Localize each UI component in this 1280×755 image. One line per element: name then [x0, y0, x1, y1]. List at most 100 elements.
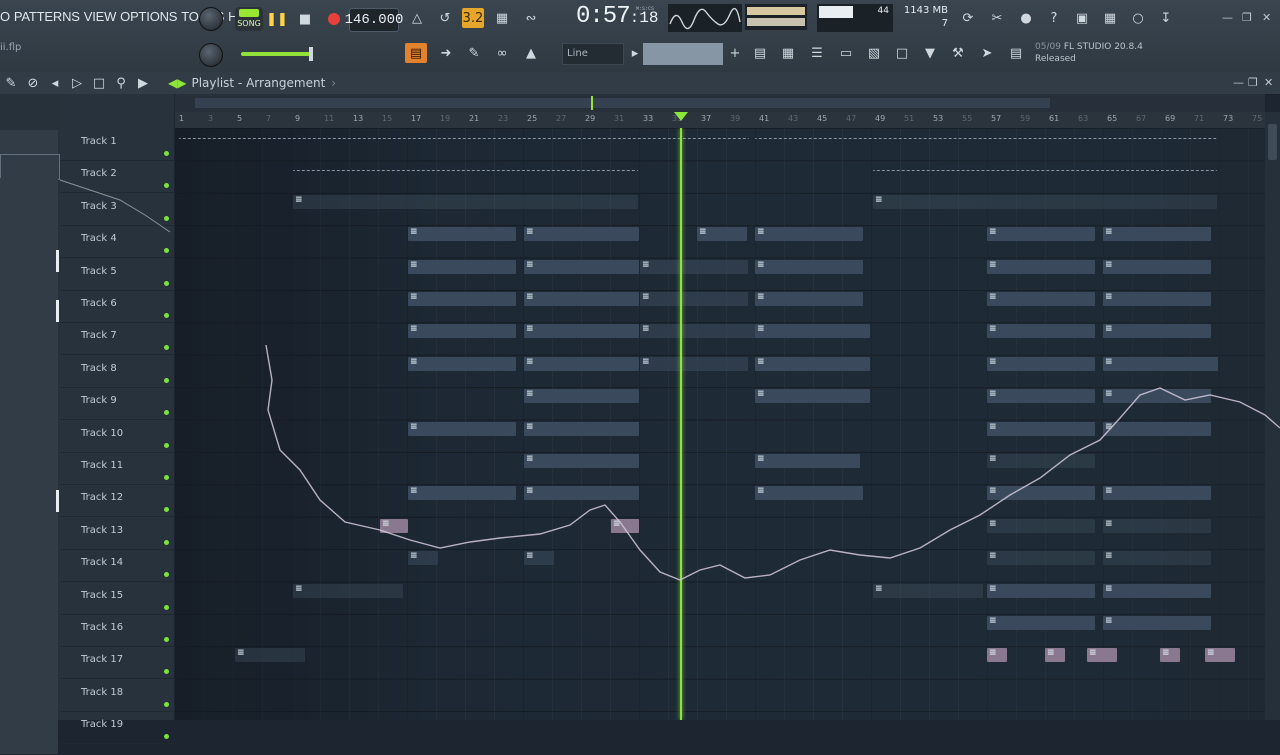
playlist-clip[interactable]: ≡ — [987, 616, 1095, 630]
tool-slip-icon[interactable]: ◂ — [44, 73, 66, 93]
record-button[interactable] — [323, 8, 345, 30]
playlist-clip[interactable]: ≡ — [408, 421, 516, 436]
playlist-clip[interactable]: ≡ — [1103, 583, 1211, 598]
timeline-ruler[interactable]: 1 3 5 7 9 11 13 15 17 19 21 23 25 27 29 31 33 35 37 39 41 43 4… — [175, 112, 1265, 129]
menu-patterns[interactable]: PATTERNS — [14, 9, 80, 24]
pattern-picker[interactable] — [0, 94, 61, 755]
step-edit-icon[interactable]: ▦ — [491, 8, 513, 28]
playlist-clip[interactable]: ≡ — [524, 486, 639, 501]
picker-row[interactable] — [0, 466, 58, 491]
track-enable-led[interactable] — [164, 377, 169, 383]
track-header[interactable]: Track 6 — [60, 290, 174, 323]
track-header[interactable]: Track 4 — [60, 225, 174, 259]
mixer-icon[interactable]: ▭ — [835, 43, 857, 63]
menu-options[interactable]: OPTIONS — [120, 9, 177, 24]
cart-icon[interactable]: ▤ — [1005, 43, 1027, 63]
track-header[interactable]: Track 1 — [60, 128, 174, 161]
picker-row[interactable] — [0, 706, 58, 731]
playlist-clip[interactable] — [293, 162, 638, 172]
track-enable-led[interactable] — [164, 539, 169, 545]
playlist-clip[interactable]: ≡ — [873, 583, 983, 598]
playlist-icon[interactable]: ▤ — [749, 43, 771, 63]
piano-roll-icon[interactable]: ▤ — [405, 43, 427, 63]
minimize-icon[interactable]: — — [1222, 11, 1233, 24]
playhead[interactable] — [680, 128, 682, 720]
picker-row[interactable] — [0, 178, 58, 203]
news-panel[interactable]: 05/09 FL STUDIO 20.8.4 Released — [1035, 41, 1143, 65]
link-icon[interactable]: ∞ — [491, 43, 513, 63]
playlist-clip[interactable]: ≡ — [987, 551, 1095, 566]
track-enable-led[interactable] — [164, 734, 169, 740]
arrow-icon[interactable]: ➜ — [435, 43, 457, 63]
picker-row[interactable] — [0, 346, 58, 371]
playlist-clip[interactable] — [755, 130, 1217, 139]
picker-row[interactable] — [0, 418, 58, 443]
playlist-clip[interactable]: ≡ — [408, 227, 516, 242]
playlist-clip[interactable]: ≡ — [524, 259, 639, 274]
playlist-clip[interactable]: ≡ — [987, 227, 1095, 242]
master-pitch-knob[interactable] — [199, 43, 223, 67]
stamp-icon[interactable]: ▲ — [520, 43, 542, 63]
playlist-clip[interactable]: ≡ — [755, 486, 863, 501]
master-volume-knob[interactable] — [199, 7, 223, 31]
playlist-clip[interactable]: ≡ — [987, 454, 1095, 468]
tool-slice-icon[interactable]: ▷ — [66, 73, 88, 93]
playlist-clip[interactable]: ≡ — [380, 518, 408, 533]
stop-button[interactable]: ■ — [294, 8, 316, 30]
track-enable-led[interactable] — [164, 151, 169, 156]
playlist-clip[interactable]: ≡ — [987, 324, 1095, 339]
playlist-clip[interactable]: ≡ — [987, 486, 1095, 501]
picker-row[interactable] — [0, 202, 58, 227]
track-header[interactable]: Track 16 — [60, 614, 174, 647]
track-enable-led[interactable] — [164, 410, 169, 416]
playlist-minimize-icon[interactable]: — — [1233, 76, 1244, 89]
picker-row[interactable] — [0, 682, 58, 707]
playlist-clip[interactable]: ≡ — [640, 356, 748, 371]
track-enable-led[interactable] — [164, 669, 169, 675]
help-icon[interactable]: ? — [1043, 8, 1065, 28]
track-header[interactable]: Track 3 — [60, 193, 174, 226]
track-header[interactable]: Track 18 — [60, 679, 174, 712]
picker-row[interactable] — [0, 154, 60, 180]
playlist-clip[interactable]: ≡ — [524, 292, 639, 306]
playlist-clip[interactable]: ≡ — [524, 421, 639, 436]
add-pattern-icon[interactable]: + — [724, 43, 746, 63]
playlist-clip[interactable]: ≡ — [408, 551, 438, 566]
playlist-clip[interactable]: ≡ — [873, 194, 1217, 209]
playlist-clip[interactable]: ≡ — [987, 583, 1095, 598]
track-enable-led[interactable] — [164, 183, 169, 189]
track-header[interactable]: Track 11 — [60, 452, 174, 485]
track-header[interactable]: Track 14 — [60, 549, 174, 583]
playlist-clip[interactable]: ≡ — [1103, 324, 1211, 339]
playlist-clip[interactable]: ≡ — [524, 227, 639, 242]
picker-row[interactable] — [0, 370, 58, 395]
time-display[interactable]: 0:57:18 M:S:CS — [576, 3, 658, 30]
save-icon[interactable]: ▣ — [1071, 8, 1093, 28]
playlist-clip[interactable]: ≡ — [293, 583, 403, 598]
picker-row[interactable] — [0, 394, 58, 419]
picker-row[interactable] — [0, 538, 58, 563]
microphone-icon[interactable]: ● — [1015, 8, 1037, 28]
playlist-clip[interactable]: ≡ — [524, 324, 639, 339]
playlist-clip[interactable] — [873, 162, 1217, 172]
arrangement-grid[interactable]: ≡ ≡ ≡ ≡ ≡ ≡ ≡ ≡ ≡ ≡ ≡ ≡ ≡ ≡ ≡ ≡ ≡ ≡ ≡ ≡ ≡ ≡ ≡ ≡ ≡ ≡ ≡ ≡ ≡ ≡ ≡ ≡ ≡ ≡ ≡ ≡ ≡ ≡ ≡ ≡… — [175, 128, 1265, 720]
playlist-clip[interactable]: ≡ — [1103, 389, 1211, 404]
playlist-clip[interactable]: ≡ — [1103, 616, 1211, 630]
playlist-clip[interactable]: ≡ — [1103, 356, 1218, 371]
export-icon[interactable]: ▦ — [1099, 8, 1121, 28]
track-header[interactable]: Track 17 — [60, 646, 174, 680]
picker-row[interactable] — [0, 130, 58, 155]
picker-row[interactable] — [0, 250, 58, 275]
vertical-scrollbar[interactable] — [1265, 112, 1280, 720]
overview-window[interactable] — [195, 98, 1050, 108]
master-volume-slider[interactable] — [241, 47, 313, 61]
track-header[interactable]: Track 10 — [60, 420, 174, 453]
track-header[interactable]: Track 7 — [60, 322, 174, 356]
playlist-clip[interactable]: ≡ — [1103, 292, 1211, 306]
track-header[interactable]: Track 12 — [60, 484, 174, 518]
playlist-clip[interactable]: ≡ — [408, 486, 516, 501]
playlist-clip[interactable]: ≡ — [1103, 421, 1211, 436]
pattern-icon[interactable]: ▧ — [863, 43, 885, 63]
playlist-clip[interactable]: ≡ — [987, 259, 1095, 274]
track-header[interactable]: Track 15 — [60, 582, 174, 615]
